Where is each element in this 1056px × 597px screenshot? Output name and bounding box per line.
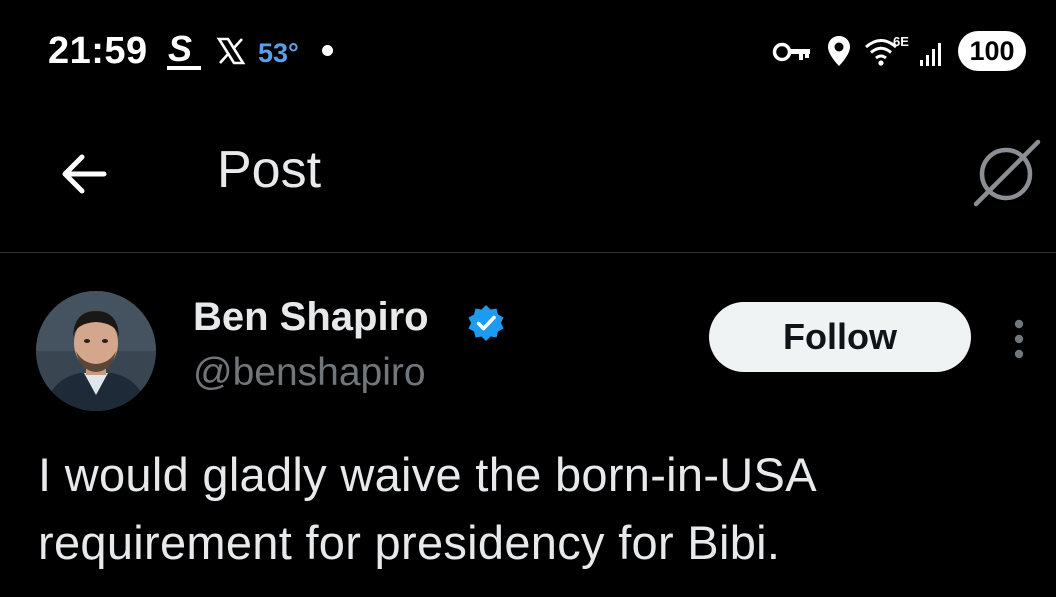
back-arrow-icon[interactable] [54, 142, 118, 206]
svg-text:6E: 6E [893, 34, 909, 49]
wifi-6e-icon: 6E [865, 34, 909, 66]
author-handle[interactable]: @benshapiro [193, 351, 426, 395]
post-detail: Ben Shapiro @benshapiro Follow I would g… [0, 253, 1056, 597]
grok-icon[interactable] [970, 136, 1044, 210]
author-name[interactable]: Ben Shapiro [193, 295, 429, 340]
verified-badge-icon [468, 305, 504, 341]
follow-button[interactable]: Follow [709, 302, 971, 372]
x-app-icon [216, 37, 246, 65]
avatar-portrait-image [36, 291, 156, 411]
more-options-icon[interactable] [1002, 317, 1036, 361]
weather-temperature: 53° [258, 38, 299, 68]
status-bar: 21:59 S 53° 6E 100 [0, 0, 1056, 100]
status-time: 21:59 [48, 30, 148, 72]
svg-text:S: S [168, 28, 192, 69]
s-app-icon: S [167, 28, 201, 70]
vpn-key-icon [772, 42, 810, 62]
notification-dot [322, 45, 333, 56]
top-app-bar: Post [0, 100, 1056, 253]
location-icon [828, 36, 850, 66]
cellular-signal-icon [920, 43, 941, 66]
battery-indicator: 100 [958, 31, 1026, 71]
post-text: I would gladly waive the born-in-USA req… [38, 448, 815, 569]
page-title: Post [217, 141, 322, 199]
author-avatar[interactable] [36, 291, 156, 411]
